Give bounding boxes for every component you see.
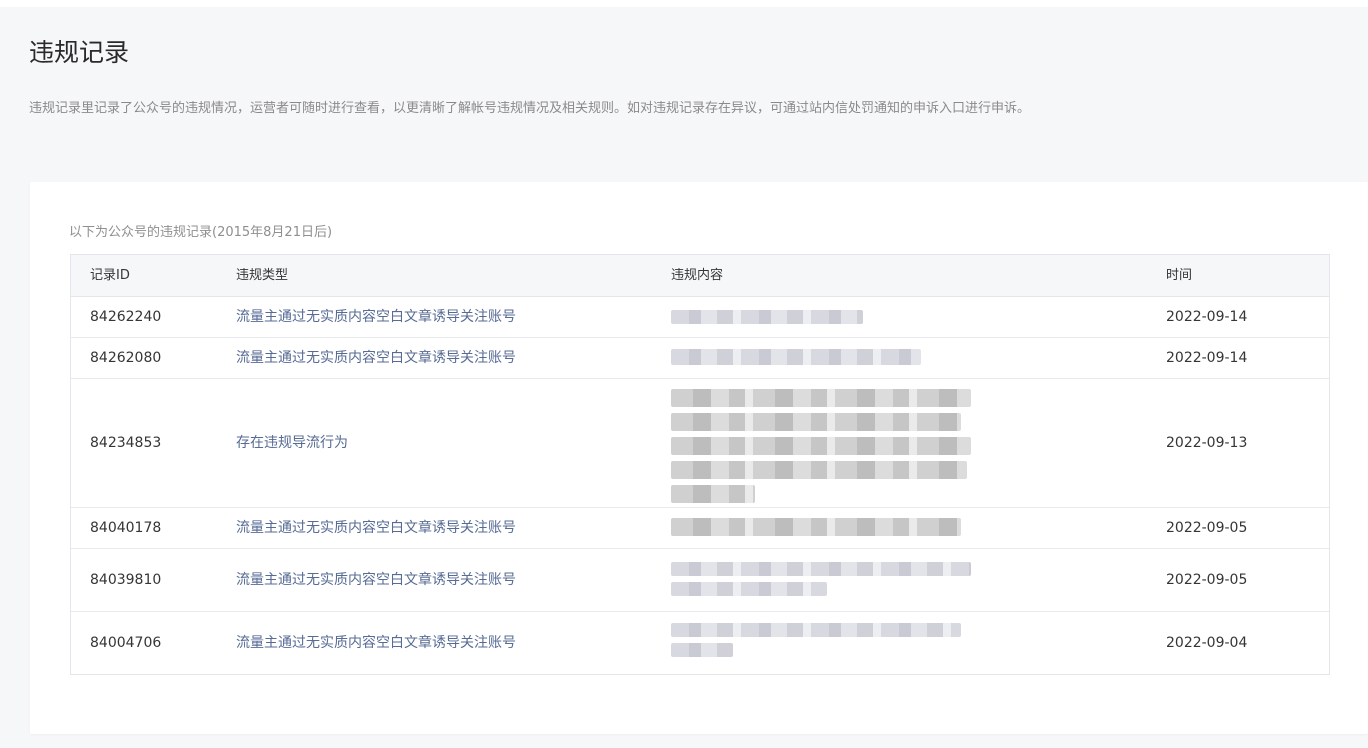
header-record-id: 记录ID [90, 267, 130, 283]
violation-type-link[interactable]: 流量主通过无实质内容空白文章诱导关注账号 [236, 633, 516, 653]
blurred-content [671, 349, 921, 371]
blurred-content [671, 562, 971, 602]
violation-type-link[interactable]: 流量主通过无实质内容空白文章诱导关注账号 [236, 570, 516, 590]
blurred-content [671, 389, 971, 509]
table-header-row: 记录ID 违规类型 违规内容 时间 [71, 255, 1329, 297]
record-time: 2022-09-13 [1166, 435, 1248, 451]
violation-type-link[interactable]: 流量主通过无实质内容空白文章诱导关注账号 [236, 518, 516, 538]
record-time: 2022-09-05 [1166, 572, 1248, 588]
record-time: 2022-09-05 [1166, 520, 1248, 536]
violation-type-link[interactable]: 存在违规导流行为 [236, 433, 348, 453]
header-time: 时间 [1166, 267, 1193, 283]
page-title: 违规记录 [29, 38, 130, 67]
record-time: 2022-09-14 [1166, 350, 1248, 366]
record-id: 84039810 [90, 572, 162, 588]
top-bar [0, 0, 1368, 7]
record-time: 2022-09-14 [1166, 309, 1248, 325]
table-row: 84262080 流量主通过无实质内容空白文章诱导关注账号 2022-09-14 [71, 338, 1329, 379]
record-id: 84004706 [90, 635, 162, 651]
page-description: 违规记录里记录了公众号的违规情况，运营者可随时进行查看，以更清晰了解帐号违规情况… [29, 101, 1031, 116]
record-id: 84234853 [90, 435, 162, 451]
table-row: 84040178 流量主通过无实质内容空白文章诱导关注账号 2022-09-05 [71, 508, 1329, 549]
header-violation-content: 违规内容 [671, 267, 724, 283]
violation-type-link[interactable]: 流量主通过无实质内容空白文章诱导关注账号 [236, 348, 516, 368]
record-id: 84040178 [90, 520, 162, 536]
violation-type-link[interactable]: 流量主通过无实质内容空白文章诱导关注账号 [236, 307, 516, 327]
table-row: 84004706 流量主通过无实质内容空白文章诱导关注账号 2022-09-04 [71, 612, 1329, 674]
record-time: 2022-09-04 [1166, 635, 1248, 651]
violation-records-card: 以下为公众号的违规记录(2015年8月21日后) 记录ID 违规类型 违规内容 … [30, 182, 1368, 734]
blurred-content [671, 310, 863, 330]
page-header: 违规记录 违规记录里记录了公众号的违规情况，运营者可随时进行查看，以更清晰了解帐… [0, 7, 1368, 167]
table-row: 84039810 流量主通过无实质内容空白文章诱导关注账号 2022-09-05 [71, 549, 1329, 612]
blurred-content [671, 623, 961, 663]
table-row: 84262240 流量主通过无实质内容空白文章诱导关注账号 2022-09-14 [71, 297, 1329, 338]
record-id: 84262080 [90, 350, 162, 366]
record-id: 84262240 [90, 309, 162, 325]
blurred-content [671, 518, 961, 542]
table-row: 84234853 存在违规导流行为 2022-09-13 [71, 379, 1329, 508]
header-violation-type: 违规类型 [236, 267, 289, 283]
violation-records-table: 记录ID 违规类型 违规内容 时间 84262240 流量主通过无实质内容空白文… [70, 254, 1330, 675]
records-caption: 以下为公众号的违规记录(2015年8月21日后) [69, 225, 333, 240]
